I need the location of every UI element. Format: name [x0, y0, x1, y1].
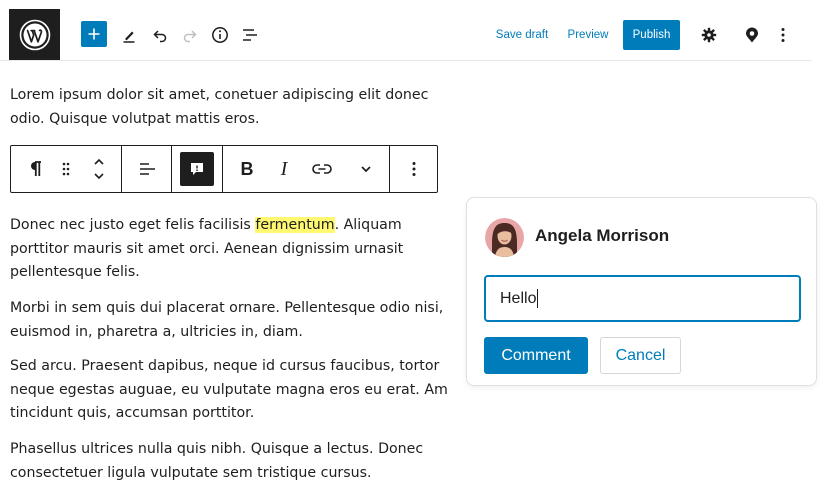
- pilcrow-icon: [31, 161, 41, 176]
- paragraph-block[interactable]: Phasellus ultrices nulla quis nibh. Quis…: [10, 438, 450, 485]
- bold-button[interactable]: B: [233, 146, 261, 192]
- header-divider: [0, 60, 812, 61]
- preview-button[interactable]: Preview: [562, 22, 614, 48]
- publish-button[interactable]: Publish: [623, 20, 680, 50]
- paragraph-block[interactable]: Lorem ipsum dolor sit amet, conetuer adi…: [10, 84, 450, 131]
- block-toolbar: B I: [10, 145, 438, 193]
- list-view-button[interactable]: [238, 23, 262, 47]
- chevron-down-icon: [361, 166, 371, 173]
- comment-input[interactable]: Hello: [484, 275, 801, 322]
- editor-header: Save draft Preview Publish: [0, 0, 829, 61]
- link-button[interactable]: [306, 146, 338, 192]
- move-up-down-button[interactable]: [85, 146, 113, 192]
- toolbar-divider: [121, 146, 122, 192]
- text-caret: [537, 289, 539, 308]
- undo-icon: [153, 30, 167, 43]
- comment-input-value: Hello: [500, 289, 537, 307]
- block-type-button[interactable]: [19, 146, 53, 192]
- info-icon: [212, 27, 228, 43]
- add-block-button[interactable]: [81, 21, 107, 47]
- move-up-down-icon: [94, 158, 104, 180]
- settings-button[interactable]: [697, 23, 721, 47]
- highlighted-text[interactable]: fermentum: [255, 217, 335, 233]
- gear-icon: [701, 27, 717, 43]
- link-icon: [312, 164, 332, 174]
- submit-comment-button[interactable]: Comment: [484, 337, 588, 374]
- vertical-ellipsis-icon: [412, 162, 416, 176]
- block-options-button[interactable]: [399, 146, 429, 192]
- redo-button[interactable]: [178, 23, 202, 47]
- location-pin-icon: [746, 27, 758, 43]
- paragraph-block[interactable]: Donec nec justo eget felis facilisis fer…: [10, 214, 450, 285]
- undo-button[interactable]: [148, 23, 172, 47]
- paragraph-block[interactable]: Morbi in sem quis dui placerat ornare. P…: [10, 297, 450, 344]
- toolbar-divider: [389, 146, 390, 192]
- align-button[interactable]: [131, 146, 163, 192]
- toolbar-divider: [222, 146, 223, 192]
- more-options-button[interactable]: [771, 23, 795, 47]
- add-comment-button[interactable]: [179, 146, 215, 192]
- comment-author-name: Angela Morrison: [535, 226, 670, 245]
- redo-icon: [183, 30, 197, 43]
- cancel-button[interactable]: Cancel: [600, 337, 681, 374]
- italic-button[interactable]: I: [271, 146, 297, 192]
- details-button[interactable]: [208, 23, 232, 47]
- paragraph-text: Donec nec justo eget felis facilisis: [10, 217, 256, 233]
- list-view-icon: [243, 29, 257, 41]
- plugin-button[interactable]: [740, 23, 764, 47]
- vertical-ellipsis-icon: [781, 28, 785, 42]
- toolbar-divider: [171, 146, 172, 192]
- align-left-icon: [140, 163, 155, 175]
- drag-handle[interactable]: [55, 146, 77, 192]
- save-draft-button[interactable]: Save draft: [490, 22, 554, 48]
- paragraph-block[interactable]: Sed arcu. Praesent dapibus, neque id cur…: [10, 355, 450, 426]
- comment-card: Angela Morrison Hello Comment Cancel: [466, 197, 817, 386]
- avatar: [485, 218, 524, 257]
- tools-button[interactable]: [117, 23, 141, 47]
- plus-icon: [88, 28, 100, 40]
- drag-handle-icon: [62, 162, 70, 176]
- comment-icon: [191, 163, 203, 175]
- pencil-icon: [123, 31, 135, 43]
- more-rich-text-button[interactable]: [351, 146, 381, 192]
- wordpress-logo-icon[interactable]: [9, 9, 60, 60]
